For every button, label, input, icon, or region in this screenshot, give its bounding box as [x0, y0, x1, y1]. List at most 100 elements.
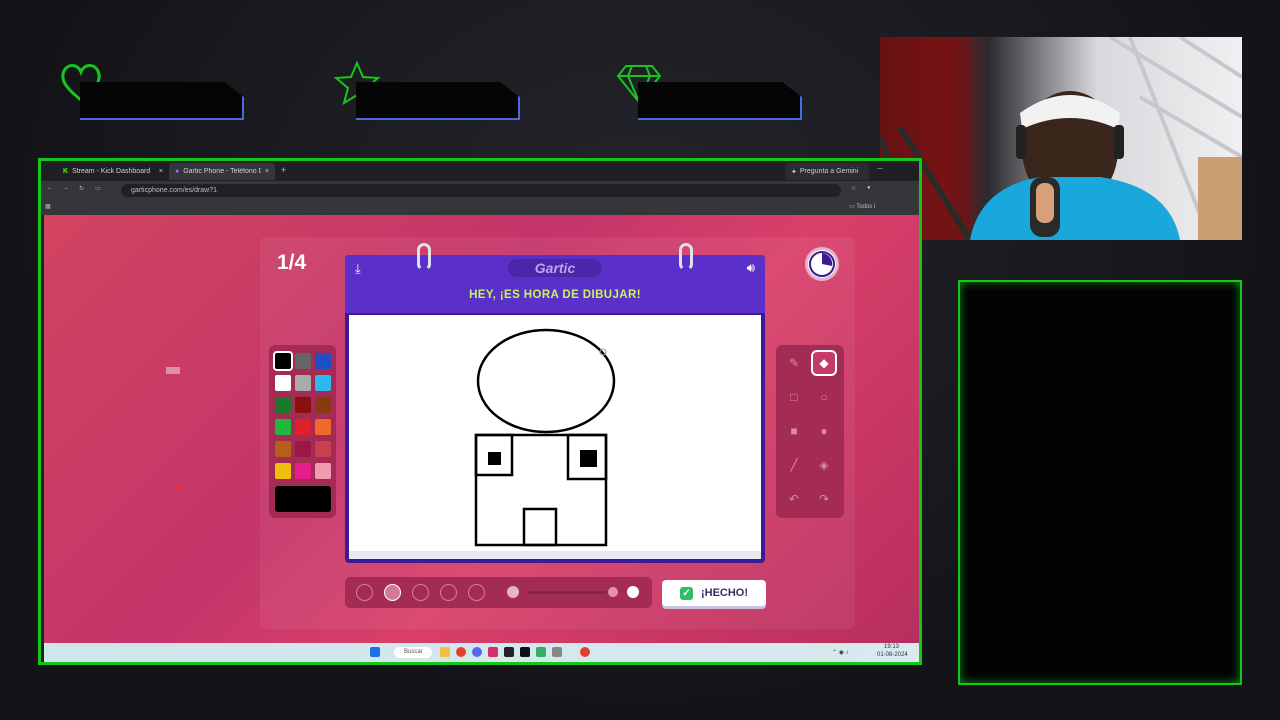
- color-swatch-brown[interactable]: [315, 397, 331, 413]
- taskbar-search[interactable]: Buscar: [394, 647, 432, 658]
- tab-kick-dashboard[interactable]: K Stream - Kick Dashboard ×: [57, 163, 169, 180]
- brush-controls: [345, 577, 652, 608]
- gartic-page: 1/4 ⤓ Gartic 🔊︎ HEY, ¡ES HORA DE DIBUJAR…: [44, 215, 919, 643]
- color-swatch-lightgray[interactable]: [295, 375, 311, 391]
- profile-icon[interactable]: ●: [867, 185, 871, 191]
- rectangle-fill-icon[interactable]: ■: [783, 420, 805, 442]
- brush-size-5[interactable]: [468, 584, 485, 601]
- bookmark-star-icon[interactable]: ☆: [851, 185, 856, 192]
- timer-icon: [808, 250, 836, 278]
- color-swatch-ochre[interactable]: [275, 441, 291, 457]
- color-swatch-cyan[interactable]: [315, 375, 331, 391]
- board-header: ⤓ Gartic 🔊︎ HEY, ¡ES HORA DE DIBUJAR!: [345, 255, 765, 313]
- round-counter: 1/4: [277, 251, 307, 274]
- color-swatch-orange[interactable]: [315, 419, 331, 435]
- address-bar: ← → ↻ ▭ garticphone.com/es/draw?1 ☆ ●: [41, 181, 919, 199]
- volume-icon[interactable]: 🔊︎: [747, 260, 755, 276]
- drawing: [474, 328, 616, 547]
- windows-start-icon[interactable]: [370, 647, 380, 657]
- kick-icon: K: [63, 168, 69, 175]
- drawing-board: ⤓ Gartic 🔊︎ HEY, ¡ES HORA DE DIBUJAR!: [345, 243, 765, 563]
- stat-box-hearts: [58, 60, 244, 122]
- color-swatch-white[interactable]: [275, 375, 291, 391]
- minimize-icon[interactable]: —: [877, 166, 883, 172]
- game-panel: 1/4 ⤓ Gartic 🔊︎ HEY, ¡ES HORA DE DIBUJAR…: [260, 237, 855, 629]
- color-swatch-rose[interactable]: [315, 441, 331, 457]
- brush-size-4[interactable]: [440, 584, 457, 601]
- gartic-logo: Gartic: [508, 259, 602, 277]
- gemini-button[interactable]: ✦ Pregunta a Gemini: [785, 163, 869, 180]
- canvas-edge: [349, 551, 761, 559]
- browser-window: K Stream - Kick Dashboard × ● Gartic Pho…: [38, 158, 922, 665]
- apps-icon[interactable]: ▦: [45, 203, 51, 210]
- undo-icon[interactable]: ↶: [783, 488, 805, 510]
- url-field[interactable]: garticphone.com/es/draw?1: [121, 184, 841, 197]
- side-panel-icon[interactable]: ▭: [95, 185, 101, 192]
- clock-time: 19:13: [884, 644, 900, 650]
- bookmarks-bar: ▦ ▭ Todos l: [41, 199, 919, 215]
- color-swatch-green[interactable]: [275, 419, 291, 435]
- close-tab-icon[interactable]: ×: [159, 168, 163, 175]
- pencil-icon[interactable]: ✎: [783, 352, 805, 374]
- app-icon[interactable]: [552, 647, 562, 657]
- line-icon[interactable]: ╱: [783, 454, 805, 476]
- reload-icon[interactable]: ↻: [79, 185, 84, 192]
- drawing-canvas[interactable]: [349, 315, 761, 551]
- opacity-slider-handle[interactable]: [608, 587, 618, 597]
- back-icon[interactable]: ←: [47, 185, 53, 191]
- color-swatch-yellow[interactable]: [275, 463, 291, 479]
- rectangle-outline-icon[interactable]: □: [783, 386, 805, 408]
- redo-icon[interactable]: ↷: [813, 488, 835, 510]
- tab-bar: K Stream - Kick Dashboard × ● Gartic Pho…: [41, 161, 919, 181]
- download-icon[interactable]: ⤓: [355, 261, 361, 277]
- draw-prompt: HEY, ¡ES HORA DE DIBUJAR!: [469, 289, 641, 301]
- color-swatch-darkred[interactable]: [295, 397, 311, 413]
- discord-icon[interactable]: [472, 647, 482, 657]
- obs-icon[interactable]: [504, 647, 514, 657]
- close-tab-icon[interactable]: ×: [265, 168, 269, 175]
- current-color-preview: [275, 486, 331, 512]
- side-panel: [958, 280, 1242, 685]
- page-artifact: [166, 367, 180, 374]
- app-icon[interactable]: [536, 647, 546, 657]
- binder-ring: [417, 243, 431, 271]
- brush-size-3[interactable]: [412, 584, 429, 601]
- eraser-icon[interactable]: ◆: [811, 350, 837, 376]
- opacity-slider[interactable]: [527, 591, 607, 594]
- folder-icon: ▭: [849, 204, 855, 210]
- tab-gartic-phone[interactable]: ● Gartic Phone - Teléfono Descon ×: [169, 163, 275, 180]
- new-tab-button[interactable]: +: [281, 165, 286, 175]
- clock-date: 01-08-2024: [877, 652, 908, 658]
- color-swatch-pink[interactable]: [295, 463, 311, 479]
- opacity-max-icon: [627, 586, 639, 598]
- circle-outline-icon[interactable]: ○: [813, 386, 835, 408]
- color-swatch-gray[interactable]: [295, 353, 311, 369]
- chrome-icon[interactable]: [456, 647, 466, 657]
- bucket-icon[interactable]: ◈: [813, 454, 835, 476]
- brush-size-1[interactable]: [356, 584, 373, 601]
- done-button[interactable]: ✓ ¡HECHO!: [662, 580, 766, 606]
- color-palette: [269, 345, 336, 518]
- circle-fill-icon[interactable]: ●: [813, 420, 835, 442]
- stat-box-stars: [334, 60, 520, 122]
- color-swatch-lightpink[interactable]: [315, 463, 331, 479]
- color-swatch-maroon[interactable]: [295, 441, 311, 457]
- gartic-icon: ●: [175, 168, 180, 175]
- taskbar: Buscar ⌃ ◉ ♪ 19:13 01-08-2024: [44, 643, 919, 662]
- file-explorer-icon[interactable]: [440, 647, 450, 657]
- chrome-active-icon[interactable]: [580, 647, 590, 657]
- brush-size-2[interactable]: [384, 584, 401, 601]
- webcam-feed: [880, 37, 1242, 240]
- app-icon[interactable]: [488, 647, 498, 657]
- webcam-image: [880, 37, 1242, 240]
- all-bookmarks-folder[interactable]: ▭ Todos l: [849, 203, 875, 210]
- forward-icon[interactable]: →: [63, 185, 69, 191]
- tiktok-icon[interactable]: [520, 647, 530, 657]
- color-swatch-blue[interactable]: [315, 353, 331, 369]
- color-swatch-black[interactable]: [273, 351, 293, 371]
- tray-icons[interactable]: ⌃ ◉ ♪: [832, 649, 849, 656]
- opacity-min-icon: [507, 586, 519, 598]
- color-swatch-red[interactable]: [295, 419, 311, 435]
- color-swatch-darkgreen[interactable]: [275, 397, 291, 413]
- tool-panel: ✎ ◆ □ ○ ■ ● ╱ ◈ ↶ ↷: [776, 345, 844, 518]
